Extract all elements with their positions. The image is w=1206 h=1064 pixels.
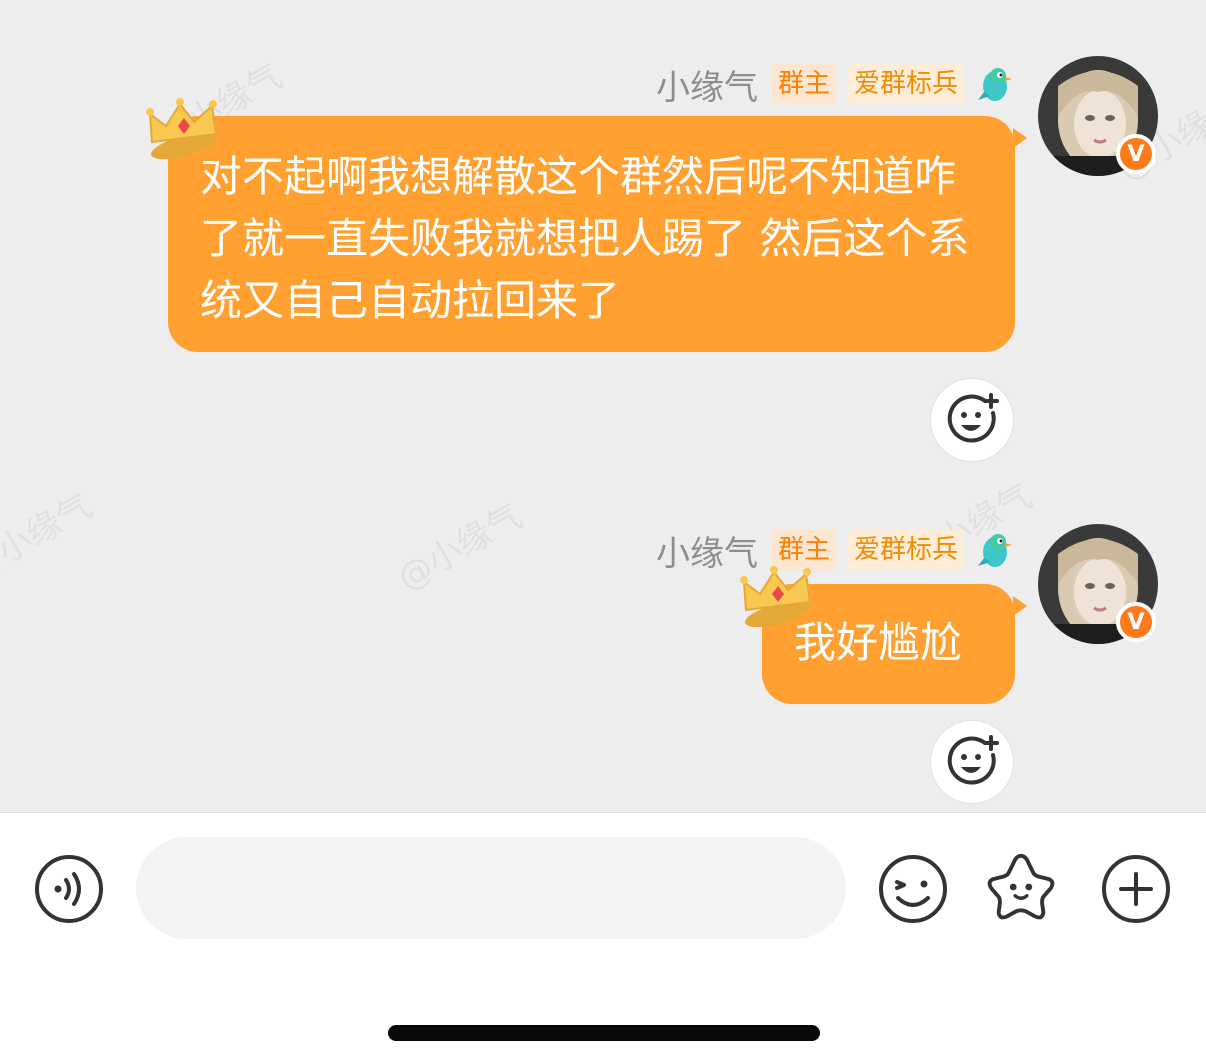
chat-area[interactable]: @小缘气 @小缘气 @小缘气 @小缘气 @小缘气 小缘气 群主 爱群标兵 V 对… (0, 0, 1206, 812)
voice-button[interactable] (33, 853, 105, 925)
input-bar (0, 812, 1206, 1064)
member-title-tag: 爱群标兵 (847, 530, 964, 570)
crown-icon (740, 566, 812, 628)
star-sticker-icon (987, 853, 1055, 920)
home-indicator (388, 1025, 820, 1041)
add-reaction-icon (947, 735, 999, 785)
sender-row: 小缘气 群主 爱群标兵 (656, 528, 1014, 574)
voice-icon (35, 855, 103, 923)
add-reaction-button[interactable] (930, 720, 1014, 804)
bubble-tail (1013, 596, 1027, 616)
verified-badge: V (1116, 602, 1156, 642)
plus-icon (1102, 855, 1170, 923)
emoji-button[interactable] (877, 853, 949, 925)
sticker-button[interactable] (985, 851, 1057, 923)
message-text: 我好尴尬 (794, 618, 963, 667)
message-item: 小缘气 群主 爱群标兵 V (0, 0, 1206, 812)
emoji-icon (879, 855, 947, 923)
message-input[interactable] (136, 837, 846, 939)
bird-badge-icon (978, 534, 1012, 567)
plus-button[interactable] (1100, 853, 1172, 925)
